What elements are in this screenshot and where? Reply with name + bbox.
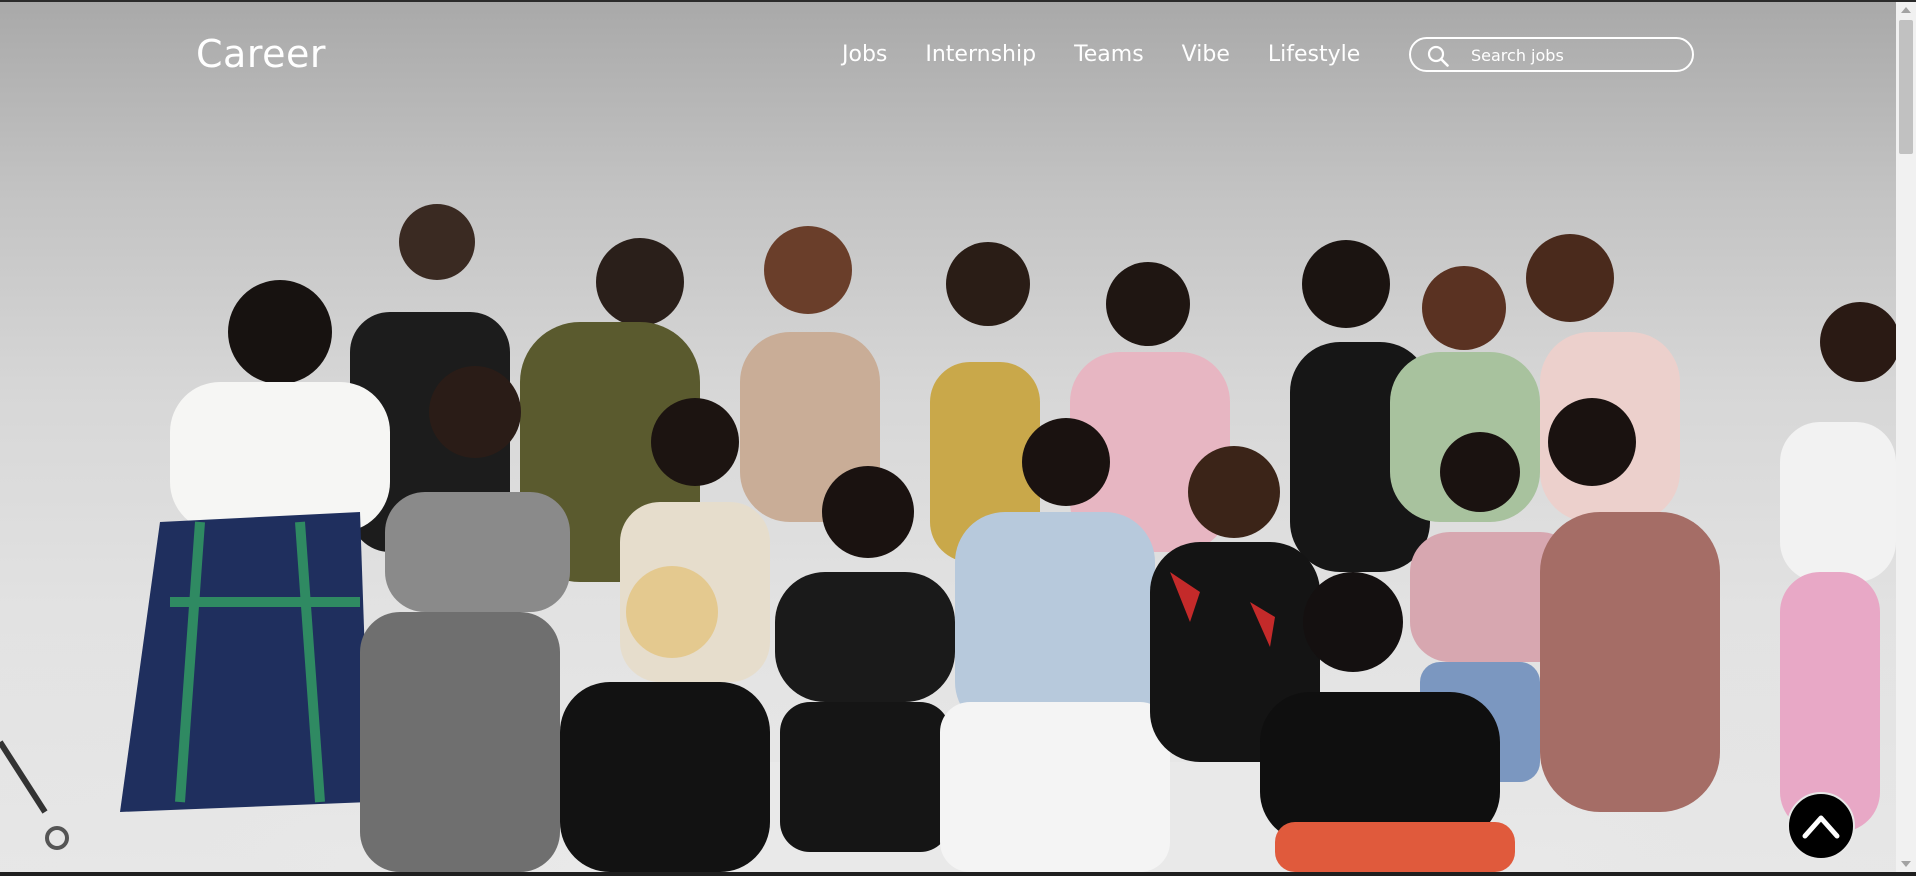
scroll-to-top-button[interactable] <box>1787 792 1855 860</box>
chevron-up-icon <box>1802 815 1840 839</box>
nav-item-vibe[interactable]: Vibe <box>1182 42 1230 67</box>
vertical-scrollbar[interactable] <box>1896 2 1916 872</box>
career-page: Career Jobs Internship Teams Vibe Lifest… <box>0 2 1896 872</box>
search-input[interactable] <box>1471 43 1671 67</box>
main-nav: Jobs Internship Teams Vibe Lifestyle <box>842 42 1398 67</box>
nav-item-teams[interactable]: Teams <box>1074 42 1144 67</box>
nav-item-jobs[interactable]: Jobs <box>842 42 887 67</box>
hero-group-photo <box>0 204 1896 872</box>
career-logo[interactable]: Career <box>196 32 326 76</box>
search-box[interactable] <box>1409 37 1694 72</box>
nav-item-internship[interactable]: Internship <box>925 42 1036 67</box>
scrollbar-thumb[interactable] <box>1899 20 1913 154</box>
scroll-up-arrow-icon[interactable] <box>1896 2 1916 18</box>
top-navigation-bar: Career Jobs Internship Teams Vibe Lifest… <box>0 2 1896 112</box>
nav-item-lifestyle[interactable]: Lifestyle <box>1268 42 1360 67</box>
search-icon[interactable] <box>1427 45 1449 67</box>
window-bottom-edge <box>0 872 1916 876</box>
scroll-down-arrow-icon[interactable] <box>1896 856 1916 872</box>
